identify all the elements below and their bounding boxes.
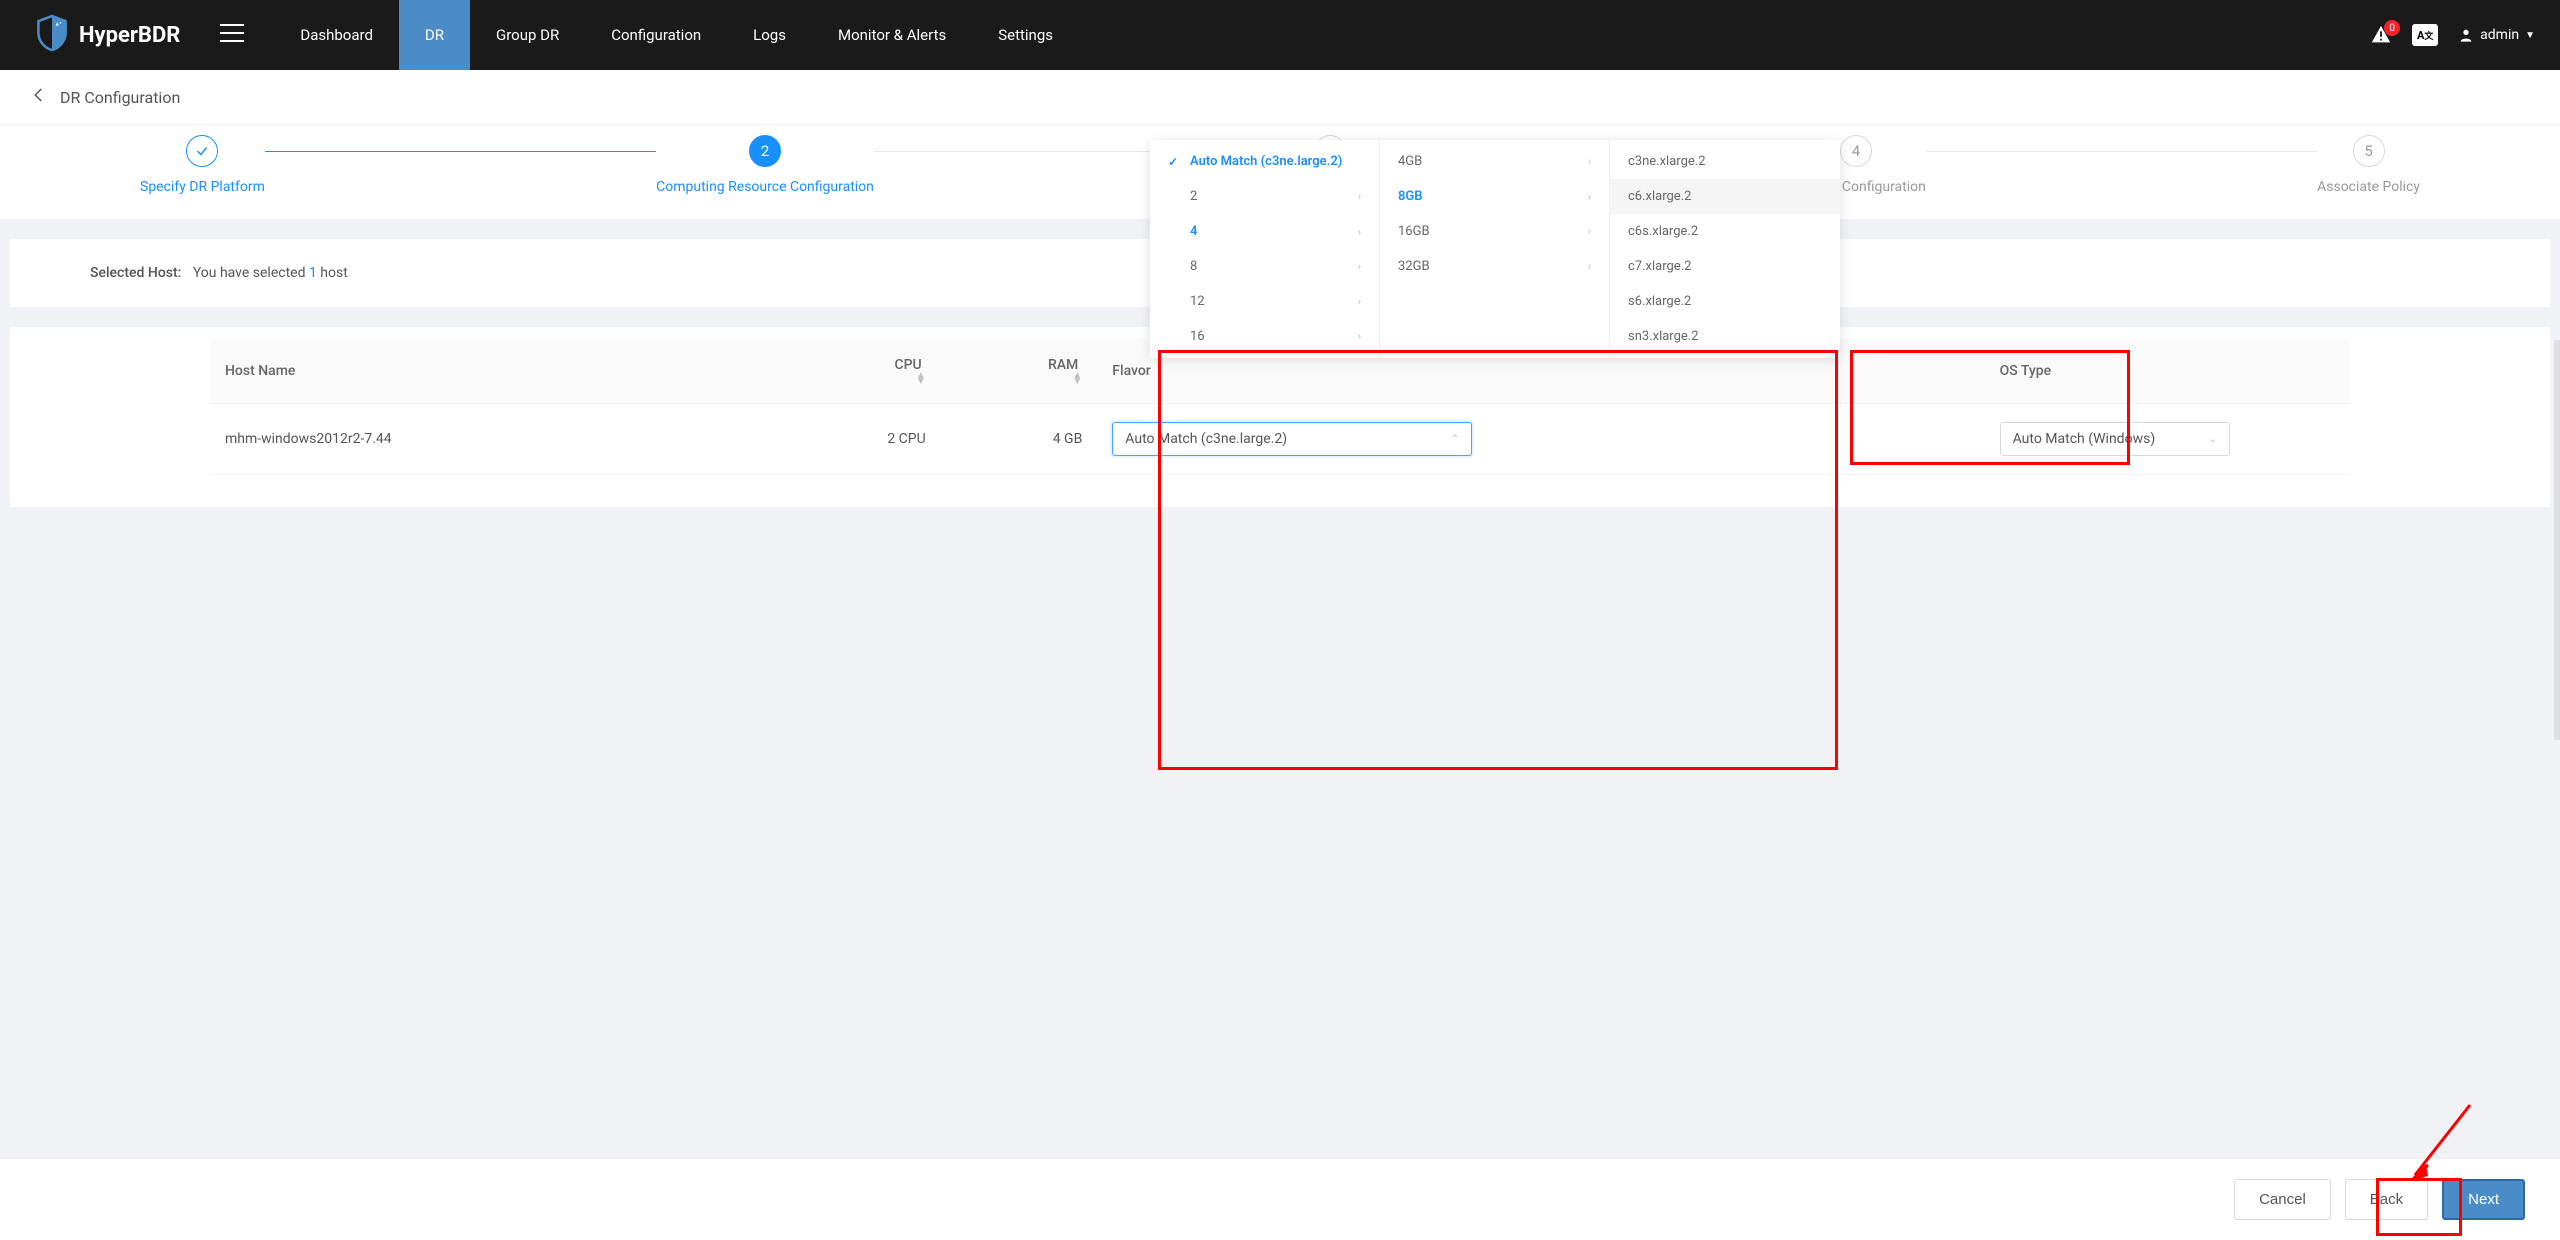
- brand-name: HyperBDR: [79, 23, 180, 48]
- menu-toggle-icon[interactable]: [220, 24, 244, 46]
- nav-monitor-alerts[interactable]: Monitor & Alerts: [812, 0, 972, 70]
- selected-host-label: Selected Host:: [90, 265, 181, 281]
- cascader-item[interactable]: 2 ›: [1150, 179, 1379, 214]
- alerts-icon[interactable]: 0: [2370, 24, 2392, 46]
- chevron-right-icon: ›: [1358, 295, 1361, 308]
- step-line-4: [1926, 151, 2317, 152]
- nav-logs[interactable]: Logs: [727, 0, 812, 70]
- cell-hostname: mhm-windows2012r2-7.44: [210, 404, 784, 475]
- ostype-select[interactable]: Auto Match (Windows) ⌄: [2000, 422, 2230, 456]
- step-1: Specify DR Platform: [140, 135, 265, 195]
- cascader-item[interactable]: c7.xlarge.2: [1610, 249, 1840, 284]
- sort-icon: ▲▼: [799, 373, 926, 385]
- chevron-down-icon: ⌄: [2208, 434, 2216, 445]
- step-5: 5 Associate Policy: [2317, 135, 2420, 195]
- cascader-item[interactable]: c6s.xlarge.2: [1610, 214, 1840, 249]
- cascader-item[interactable]: 16 ›: [1150, 319, 1379, 354]
- cascader-item[interactable]: 8GB ›: [1380, 179, 1609, 214]
- shield-logo-icon: [35, 14, 69, 56]
- step-2: 2 Computing Resource Configuration: [656, 135, 874, 195]
- table-row: mhm-windows2012r2-7.44 2 CPU 4 GB Auto M…: [210, 404, 2350, 475]
- chevron-right-icon: ›: [1358, 330, 1361, 343]
- breadcrumb: DR Configuration: [0, 70, 2560, 124]
- alert-count-badge: 0: [2384, 20, 2400, 36]
- brand-logo: HyperBDR: [35, 14, 180, 56]
- header-right: 0 A文 admin ▼: [2370, 24, 2535, 46]
- cascader-item[interactable]: 4 ›: [1150, 214, 1379, 249]
- nav-dr[interactable]: DR: [399, 0, 470, 70]
- main-nav: Dashboard DR Group DR Configuration Logs…: [274, 0, 1079, 70]
- nav-group-dr[interactable]: Group DR: [470, 0, 585, 70]
- chevron-up-icon: ⌃: [1451, 434, 1459, 445]
- cascader-item[interactable]: s6.xlarge.2: [1610, 284, 1840, 319]
- col-ostype: OS Type: [1985, 339, 2350, 404]
- cascader-item[interactable]: 16GB ›: [1380, 214, 1609, 249]
- cell-cpu: 2 CPU: [784, 404, 941, 475]
- step-line-1: [265, 151, 656, 152]
- sort-icon: ▲▼: [956, 373, 1083, 385]
- nav-configuration[interactable]: Configuration: [585, 0, 727, 70]
- step-2-circle: 2: [749, 135, 781, 167]
- chevron-right-icon: ›: [1588, 190, 1591, 203]
- cascader-col-2: 4GB › 8GB › 16GB › 32GB ›: [1380, 140, 1610, 358]
- cascader-item[interactable]: 12 ›: [1150, 284, 1379, 319]
- breadcrumb-title: DR Configuration: [60, 88, 180, 107]
- chevron-right-icon: ›: [1358, 260, 1361, 273]
- chevron-right-icon: ›: [1358, 190, 1361, 203]
- wizard-footer: Cancel Back Next: [0, 1158, 2560, 1240]
- cascader-item[interactable]: sn3.xlarge.2: [1610, 319, 1840, 354]
- chevron-right-icon: ›: [1588, 225, 1591, 238]
- col-cpu[interactable]: CPU ▲▼: [784, 339, 941, 404]
- cascader-item[interactable]: ✓ Auto Match (c3ne.large.2): [1150, 144, 1379, 179]
- flavor-cascader-dropdown: ✓ Auto Match (c3ne.large.2) 2 › 4 › 8 › …: [1150, 140, 1840, 358]
- check-icon: ✓: [1168, 155, 1182, 169]
- cascader-col-3: c3ne.xlarge.2 c6.xlarge.2 c6s.xlarge.2 c…: [1610, 140, 1840, 358]
- cascader-item[interactable]: c3ne.xlarge.2: [1610, 144, 1840, 179]
- cell-ostype: Auto Match (Windows) ⌄: [1985, 404, 2350, 475]
- cascader-item[interactable]: c6.xlarge.2: [1610, 179, 1840, 214]
- step-5-circle: 5: [2353, 135, 2385, 167]
- user-icon: [2458, 27, 2474, 43]
- chevron-right-icon: ›: [1588, 155, 1591, 168]
- app-header: HyperBDR Dashboard DR Group DR Configura…: [0, 0, 2560, 70]
- nav-dashboard[interactable]: Dashboard: [274, 0, 399, 70]
- user-name: admin: [2480, 27, 2519, 43]
- user-menu[interactable]: admin ▼: [2458, 27, 2535, 43]
- flavor-select[interactable]: Auto Match (c3ne.large.2) ⌃: [1112, 422, 1472, 456]
- caret-down-icon: ▼: [2525, 30, 2535, 41]
- chevron-right-icon: ›: [1358, 225, 1361, 238]
- language-toggle[interactable]: A文: [2412, 24, 2438, 46]
- cell-flavor: Auto Match (c3ne.large.2) ⌃: [1097, 404, 1984, 475]
- col-hostname: Host Name: [210, 339, 784, 404]
- step-1-circle: [186, 135, 218, 167]
- nav-settings[interactable]: Settings: [972, 0, 1079, 70]
- scrollbar-track[interactable]: [2554, 340, 2560, 740]
- back-arrow-icon[interactable]: [30, 86, 48, 108]
- cascader-item[interactable]: 4GB ›: [1380, 144, 1609, 179]
- cancel-button[interactable]: Cancel: [2234, 1179, 2331, 1220]
- cascader-item[interactable]: 8 ›: [1150, 249, 1379, 284]
- chevron-right-icon: ›: [1588, 260, 1591, 273]
- cascader-col-1: ✓ Auto Match (c3ne.large.2) 2 › 4 › 8 › …: [1150, 140, 1380, 358]
- step-4-circle: 4: [1840, 135, 1872, 167]
- cascader-item[interactable]: 32GB ›: [1380, 249, 1609, 284]
- col-ram[interactable]: RAM ▲▼: [941, 339, 1098, 404]
- host-table: Host Name CPU ▲▼ RAM ▲▼ Flavor OS Type m…: [210, 339, 2350, 475]
- annotation-arrow-icon: [2400, 1100, 2480, 1190]
- cell-ram: 4 GB: [941, 404, 1098, 475]
